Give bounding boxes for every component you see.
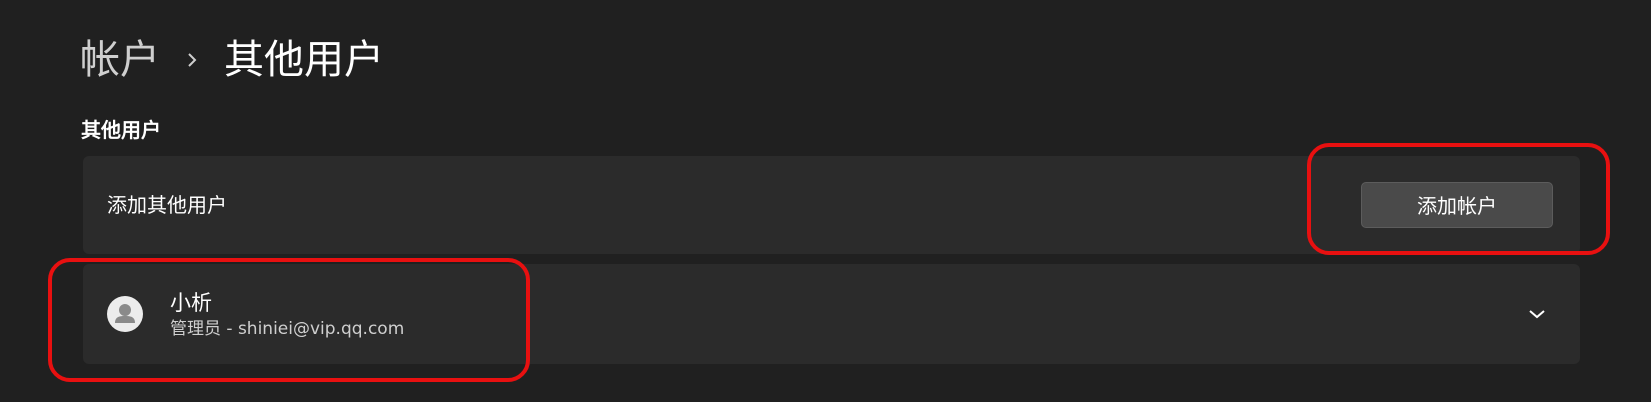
user-card[interactable]: 小析 管理员 - shiniei@vip.qq.com [83, 264, 1580, 364]
breadcrumb-parent[interactable]: 帐户 [80, 30, 160, 90]
chevron-right-icon [160, 30, 224, 90]
add-other-user-card: 添加其他用户 添加帐户 [83, 156, 1580, 254]
breadcrumb: 帐户 其他用户 [80, 30, 384, 90]
user-avatar-icon [107, 296, 143, 332]
settings-page: 帐户 其他用户 其他用户 添加其他用户 添加帐户 小析 管理员 - shinie… [0, 0, 1651, 402]
chevron-down-icon[interactable] [1519, 296, 1555, 332]
user-role-email: 管理员 - shiniei@vip.qq.com [170, 319, 405, 339]
user-name: 小析 [170, 291, 212, 315]
page-title: 其他用户 [224, 37, 384, 83]
add-other-user-label: 添加其他用户 [107, 193, 227, 217]
add-account-button[interactable]: 添加帐户 [1361, 182, 1553, 228]
section-title: 其他用户 [81, 118, 161, 142]
